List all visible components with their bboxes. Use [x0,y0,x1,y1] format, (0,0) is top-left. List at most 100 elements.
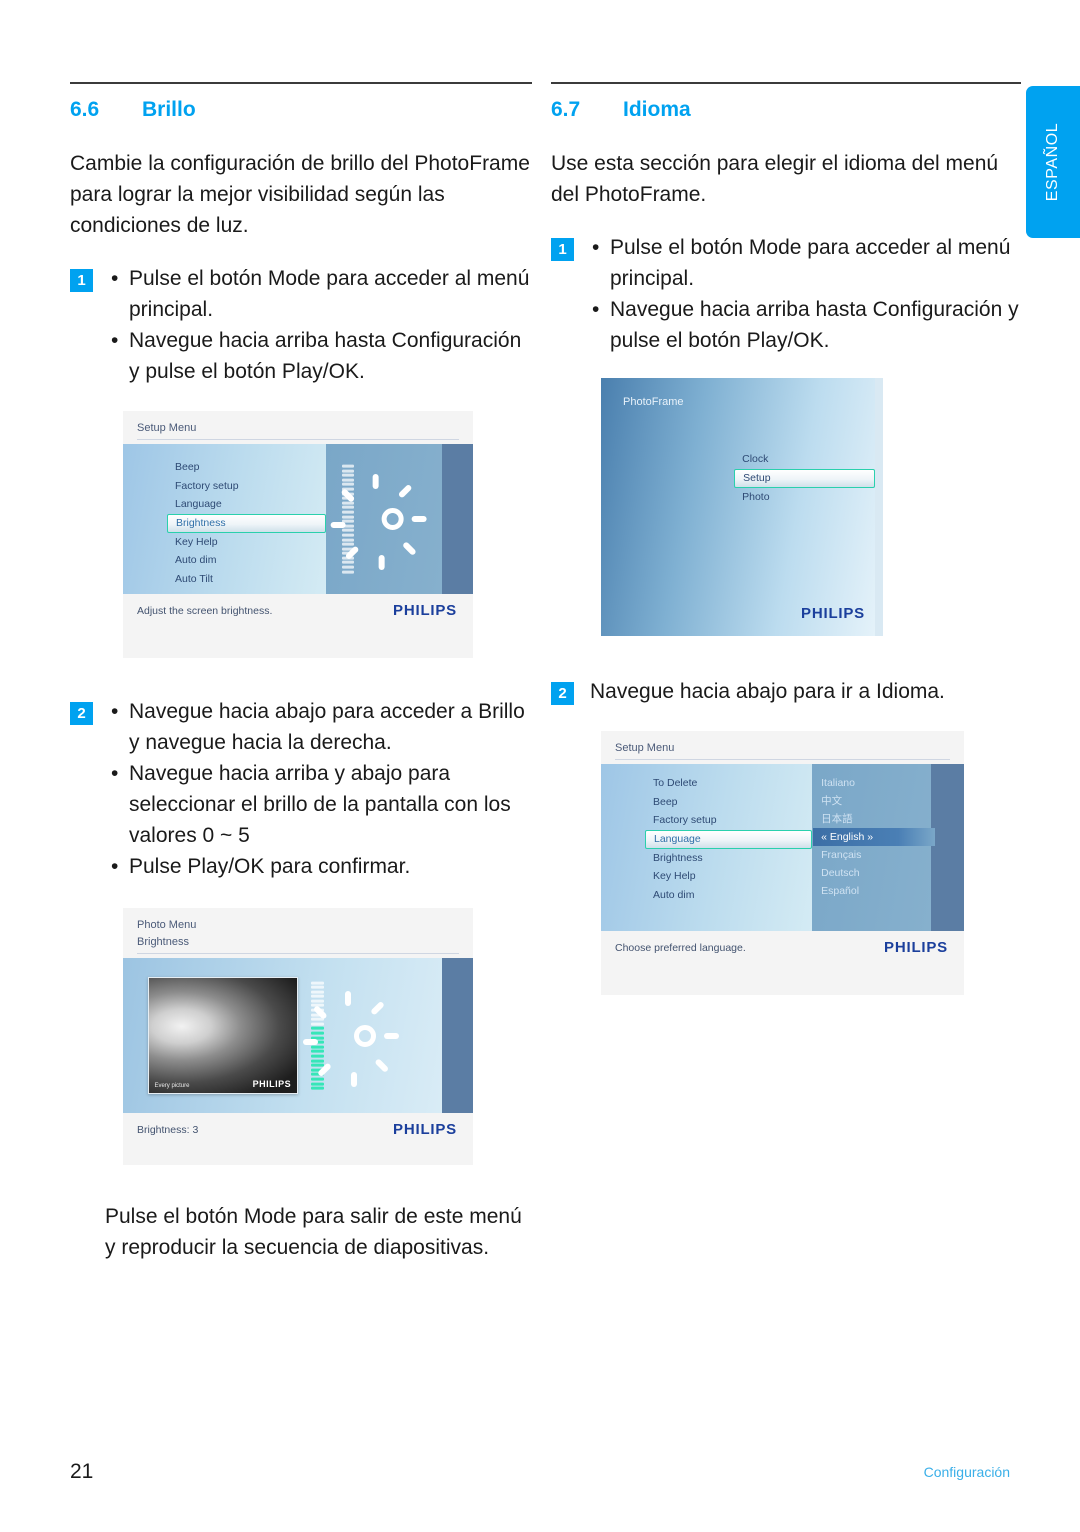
screenshot-photo-pane: Every picture PHILIPS [123,958,442,1113]
step-bullets: Pulse el botón Mode para acceder al menú… [590,232,1021,356]
ladder-seg-active [310,1077,324,1081]
language-option-japanese: 日本語 [821,813,853,825]
sun-core [354,1024,377,1047]
screenshot-language-pane: Italiano 中文 日本語 « English » Français Deu… [811,764,935,931]
menu-item-factory-setup: Factory setup [175,479,239,492]
section-heading-idioma: 6.7 Idioma [551,98,1021,122]
photo-thumbnail: Every picture PHILIPS [148,976,299,1095]
menu-item-key-help: Key Help [653,870,696,882]
section-rule-left [70,82,532,84]
language-option-english-current: « English » [812,828,935,846]
screenshot-header: Setup Menu [123,411,473,444]
ladder-seg [342,515,355,519]
screenshot-status-text: Brightness: 3 [137,1123,199,1136]
main-menu-list: Clock Setup Photo [734,450,875,506]
ladder-seg-active [310,1086,324,1090]
philips-logo: PHILIPS [393,1121,457,1138]
bullet-item: Navegue hacia abajo para acceder a Brill… [109,696,532,758]
ladder-seg [342,538,355,542]
menu-item-beep: Beep [653,795,678,808]
screenshot-photo-brightness: Photo Menu Brightness Every picture PHIL… [123,908,473,1165]
closing-paragraph-left: Pulse el botón Mode para salir de este m… [105,1205,522,1259]
philips-logo: PHILIPS [801,605,865,622]
screenshot-status-text: Choose preferred language. [615,941,746,954]
intro-paragraph-right: Use esta sección para elegir el idioma d… [551,152,999,206]
screenshot-divider [615,759,950,760]
screenshot-outer-edge [883,378,889,636]
ladder-seg [342,570,355,574]
menu-item-clock: Clock [742,453,769,465]
bullet-item: Navegue hacia arriba hasta Configuración… [109,325,532,387]
ladder-seg [342,506,355,510]
menu-item-auto-tilt: Auto Tilt [175,572,213,585]
ladder-seg [342,473,355,477]
page-number: 21 [70,1460,94,1483]
ladder-seg [310,990,324,994]
screenshot-divider [137,439,459,440]
ladder-seg [342,542,355,546]
sun-ray [351,1071,358,1087]
screenshot-photoframe-main: PhotoFrame Clock Setup Photo PHILIPS [601,378,889,636]
ladder-seg [342,528,355,532]
sun-ray [372,474,379,489]
ladder-seg [342,464,355,468]
ladder-seg [310,994,324,998]
step-body: Navegue hacia abajo para ir a Idioma. [590,676,1021,707]
intro-paragraph-left: Cambie la configuración de brillo del Ph… [70,152,530,237]
step-body: Pulse el botón Mode para acceder al menú… [590,232,1021,356]
screenshot-footer: Choose preferred language. PHILIPS [601,931,964,966]
screenshot-body: Every picture PHILIPS [123,958,473,1113]
screenshot-footer: Brightness: 3 PHILIPS [123,1113,473,1148]
sun-ray [378,555,385,570]
menu-item-brightness: Brightness [653,851,703,864]
screenshot-footer: Adjust the screen brightness. PHILIPS [123,594,473,629]
ladder-seg [342,483,355,487]
section-heading-brillo: 6.6 Brillo [70,98,532,122]
language-edge-tab: ESPAÑOL [1026,86,1080,238]
ladder-seg [310,999,324,1003]
menu-item-key-help: Key Help [175,535,218,548]
footer-section-label: Configuración [923,1464,1010,1480]
language-option-chinese: 中文 [821,795,843,807]
section-title-left: Brillo [142,98,196,121]
language-option-francais: Français [821,849,862,861]
sun-ray [384,1032,400,1039]
ladder-seg [310,981,324,985]
sun-ray [303,1038,319,1045]
sun-ray [411,516,427,522]
screenshot-subtitle: Brightness [137,936,189,948]
screenshot-side-strip [931,764,964,931]
ladder-seg [310,985,324,989]
right-column: 6.7 Idioma Use esta sección para elegir … [551,82,1021,995]
menu-item-auto-dim: Auto dim [175,554,217,566]
ladder-seg-active [310,1031,324,1035]
philips-logo: PHILIPS [884,939,948,956]
section-title-right: Idioma [623,98,691,121]
screenshot-status-text: Adjust the screen brightness. [137,604,273,617]
screenshot-title: Photo Menu [137,919,197,931]
sun-ray [345,990,352,1006]
manual-page: ESPAÑOL 6.6 Brillo Cambie la configuraci… [0,0,1080,1532]
bullet-item: Pulse Play/OK para confirmar. [109,851,532,882]
screenshot-menu-pane: To Delete Beep Factory setup Language Br… [601,764,812,931]
section-rule-right [551,82,1021,84]
language-option-deutsch: Deutsch [821,867,860,879]
sun-ray [370,1000,385,1016]
sun-ray [330,522,346,528]
ladder-seg [342,561,355,565]
ladder-seg [342,478,355,482]
sun-ray [397,483,413,499]
menu-item-beep: Beep [175,461,200,473]
ladder-seg-active [310,1027,324,1031]
step-bullets: Navegue hacia abajo para acceder a Brill… [109,696,532,882]
step-badge: 1 [551,238,574,261]
screenshot-header: Setup Menu [601,731,964,764]
brightness-sun-icon [303,990,401,1087]
menu-item-to-delete: To Delete [653,777,698,789]
left-column: 6.6 Brillo Cambie la configuración de br… [70,82,532,1285]
language-option-italiano: Italiano [821,777,855,789]
step-badge: 1 [70,269,93,292]
menu-item-factory-setup: Factory setup [653,814,717,826]
menu-item-language: Language [175,498,222,510]
step-body: Pulse el botón Mode para acceder al menú… [109,263,532,387]
